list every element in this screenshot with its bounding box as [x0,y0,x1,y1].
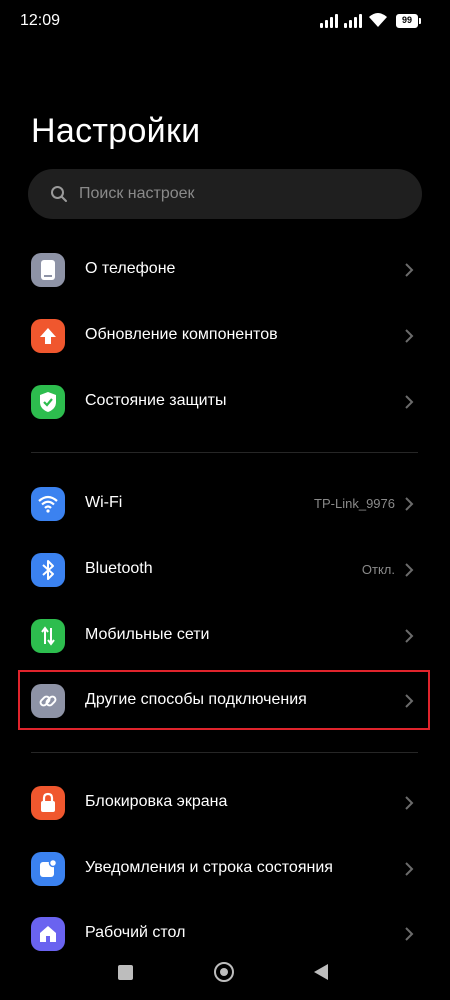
battery-icon: 99 [396,14,418,28]
settings-item-label: Bluetooth [85,560,153,577]
chevron-right-icon [405,329,414,343]
chevron-right-icon [405,927,414,941]
chevron-right-icon [405,796,414,810]
settings-item-label: О телефоне [85,260,176,277]
settings-item-lock-screen[interactable]: Блокировка экрана [0,773,450,833]
settings-item-value: TP-Link_9976 [314,496,395,511]
wifi-icon [31,487,65,521]
status-bar: 12:09 99 [0,0,450,44]
settings-item-label: Рабочий стол [85,924,186,941]
notification-icon [31,852,65,886]
settings-item-updates[interactable]: Обновление компонентов [0,306,450,366]
settings-item-label: Блокировка экрана [85,793,228,810]
settings-item-notifications[interactable]: Уведомления и строка состояния [0,839,450,899]
wifi-status-icon [369,13,387,27]
recents-button[interactable] [118,965,133,980]
lock-icon [31,786,65,820]
signal-2-icon [344,14,362,28]
settings-item-label: Обновление компонентов [85,326,278,343]
settings-item-bluetooth[interactable]: Bluetooth Откл. [0,540,450,600]
settings-item-mobile-networks[interactable]: Мобильные сети [0,606,450,666]
mobile-data-icon [31,619,65,653]
home-icon [31,917,65,951]
shield-check-icon [31,385,65,419]
home-button[interactable] [214,962,234,982]
settings-item-label: Уведомления и строка состояния [85,859,333,876]
signal-1-icon [320,14,338,28]
navigation-bar [0,950,450,1000]
chevron-right-icon [405,629,414,643]
chevron-right-icon [405,497,414,511]
settings-item-security-status[interactable]: Состояние защиты [0,372,450,432]
settings-item-value: Откл. [361,562,395,577]
section-divider [31,752,418,753]
highlight-frame [18,670,430,730]
battery-nub [419,18,421,24]
phone-icon [31,253,65,287]
chevron-right-icon [405,563,414,577]
chevron-right-icon [405,263,414,277]
settings-item-about-phone[interactable]: О телефоне [0,240,450,300]
search-icon [51,186,67,202]
bluetooth-icon [31,553,65,587]
settings-item-label: Wi-Fi [85,494,123,511]
page-title: Настройки [31,112,201,150]
back-button[interactable] [314,964,328,980]
chevron-right-icon [405,862,414,876]
arrow-up-icon [31,319,65,353]
settings-item-label: Состояние защиты [85,392,227,409]
chevron-right-icon [405,395,414,409]
search-placeholder: Поиск настроек [79,185,195,202]
settings-item-label: Мобильные сети [85,626,210,643]
search-input[interactable]: Поиск настроек [28,169,422,219]
section-divider [31,452,418,453]
status-time: 12:09 [20,12,61,29]
settings-item-wifi[interactable]: Wi-Fi TP-Link_9976 [0,474,450,534]
